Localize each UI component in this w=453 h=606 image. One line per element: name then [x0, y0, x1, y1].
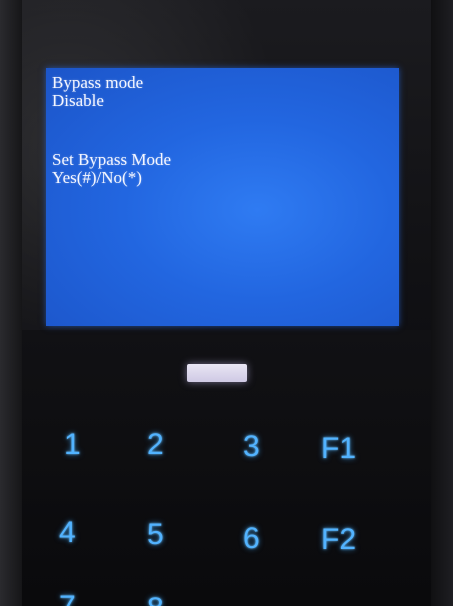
access-control-terminal: Bypass mode Disable Set Bypass Mode Yes(… — [0, 0, 453, 606]
key-7[interactable]: 7 — [59, 592, 76, 606]
key-f1[interactable]: F1 — [321, 434, 356, 464]
bypass-mode-status: Disable — [52, 91, 104, 110]
key-6[interactable]: 6 — [243, 524, 260, 554]
bypass-mode-label: Bypass mode — [52, 73, 144, 92]
set-bypass-mode-prompt: Set Bypass Mode — [52, 150, 171, 169]
key-f2[interactable]: F2 — [321, 525, 356, 555]
yes-no-instruction: Yes(#)/No(*) — [52, 168, 142, 187]
key-2[interactable]: 2 — [147, 430, 164, 460]
key-4[interactable]: 4 — [59, 518, 76, 548]
key-3[interactable]: 3 — [243, 432, 260, 462]
device-bezel-left — [0, 0, 22, 606]
key-5[interactable]: 5 — [147, 520, 164, 550]
key-8[interactable]: 8 — [147, 594, 164, 606]
lcd-screen: Bypass mode Disable Set Bypass Mode Yes(… — [46, 68, 399, 326]
device-bezel-right — [431, 0, 453, 606]
key-1[interactable]: 1 — [64, 430, 81, 460]
status-indicator-light — [187, 364, 247, 382]
